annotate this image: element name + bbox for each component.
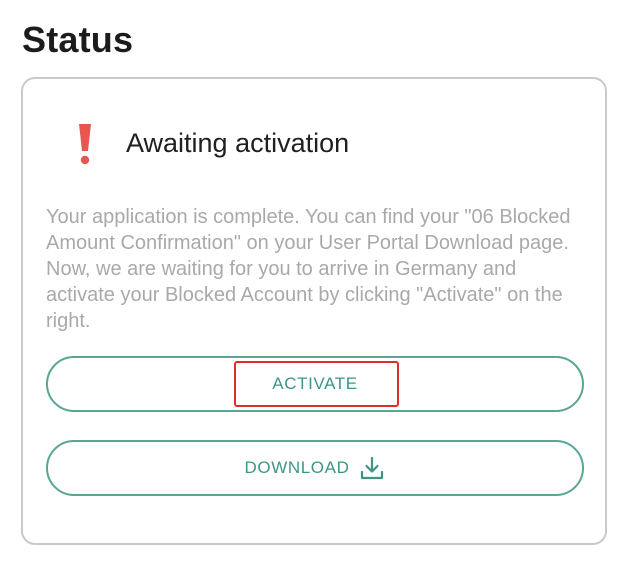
status-heading: Awaiting activation (126, 128, 350, 158)
activate-button-label: ACTIVATE (272, 374, 358, 393)
download-icon (361, 456, 384, 480)
download-button-label: DOWNLOAD (244, 458, 350, 477)
status-description: Your application is complete. You can fi… (46, 206, 571, 332)
activate-button[interactable]: ACTIVATE (46, 356, 584, 412)
page-title: Status (22, 19, 134, 60)
download-button[interactable]: DOWNLOAD (46, 440, 584, 496)
exclamation-icon (79, 124, 91, 165)
